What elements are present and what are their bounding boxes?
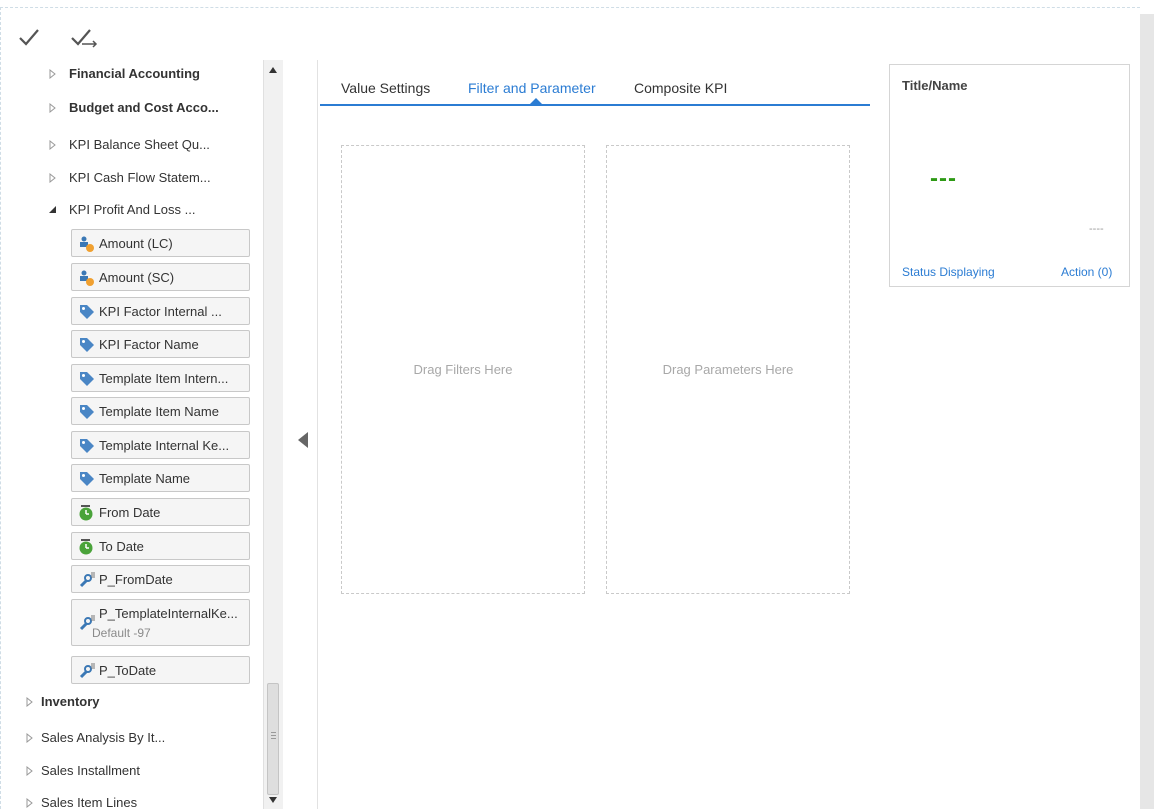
apply-button[interactable] — [16, 24, 48, 52]
tag-icon — [80, 372, 94, 386]
tab-composite-kpi[interactable]: Composite KPI — [634, 80, 727, 96]
tag-icon — [80, 439, 94, 453]
field-label: Amount (LC) — [99, 236, 173, 251]
caret-right-icon — [49, 69, 56, 79]
caret-right-icon — [26, 798, 33, 808]
checkmark-icon — [19, 29, 39, 46]
measure-icon — [80, 236, 94, 252]
tree-node-label: Budget and Cost Acco... — [69, 100, 219, 115]
tag-icon — [80, 405, 94, 419]
field-template-item-name[interactable]: Template Item Name — [71, 397, 250, 425]
caret-right-icon — [26, 733, 33, 743]
panel-splitter[interactable] — [282, 60, 318, 809]
date-icon — [79, 505, 93, 521]
tree-node-label: Sales Installment — [41, 763, 140, 778]
parameter-icon — [79, 663, 95, 679]
parameter-icon — [79, 572, 95, 588]
caret-right-icon — [26, 766, 33, 776]
settings-tabs: Value Settings Filter and Parameter Comp… — [320, 60, 870, 106]
field-template-internal-key[interactable]: Template Internal Ke... — [71, 431, 250, 459]
kpi-tile-preview: Title/Name --- ---- Status Displaying Ac… — [889, 64, 1130, 287]
caret-right-icon — [49, 173, 56, 183]
date-icon — [79, 539, 93, 555]
caret-right-icon — [26, 697, 33, 707]
parameters-drop-zone[interactable]: Drag Parameters Here — [606, 145, 850, 594]
window-scrollbar[interactable] — [1140, 14, 1154, 809]
field-p-fromdate[interactable]: P_FromDate — [71, 565, 250, 593]
field-label: P_ToDate — [99, 663, 157, 678]
field-label: P_FromDate — [99, 572, 173, 587]
field-amount-lc[interactable]: Amount (LC) — [71, 229, 250, 257]
checkmark-arrow-icon — [71, 29, 98, 48]
active-tab-indicator — [530, 98, 542, 104]
filters-drop-label: Drag Filters Here — [413, 362, 513, 377]
field-kpi-factor-internal[interactable]: KPI Factor Internal ... — [71, 297, 250, 325]
field-label: Template Name — [99, 471, 191, 486]
tree-node-label: KPI Profit And Loss ... — [69, 202, 196, 217]
toolbar — [0, 14, 1140, 60]
tab-value-settings[interactable]: Value Settings — [341, 80, 430, 96]
top-border — [0, 7, 1140, 8]
parameters-drop-label: Drag Parameters Here — [662, 362, 794, 377]
field-label: From Date — [99, 505, 161, 520]
tree-node-label: Financial Accounting — [69, 66, 200, 81]
scroll-down-icon[interactable] — [269, 797, 277, 803]
data-source-tree: Financial Accounting Budget and Cost Acc… — [0, 60, 263, 809]
tag-icon — [80, 338, 94, 352]
tree-node-label: Sales Item Lines — [41, 795, 138, 809]
field-template-item-internal[interactable]: Template Item Intern... — [71, 364, 250, 392]
kpi-tile-action-link[interactable]: Action (0) — [1061, 265, 1112, 279]
tree-node-label: KPI Balance Sheet Qu... — [69, 137, 210, 152]
field-default-value: Default -97 — [92, 626, 151, 640]
field-label: KPI Factor Name — [99, 337, 199, 352]
kpi-tile-value: --- — [930, 165, 957, 192]
field-amount-sc[interactable]: Amount (SC) — [71, 263, 250, 291]
field-from-date[interactable]: From Date — [71, 498, 250, 526]
tag-icon — [80, 472, 94, 486]
field-label: Template Item Intern... — [99, 371, 229, 386]
scrollbar-thumb[interactable] — [267, 683, 279, 795]
caret-down-icon — [49, 206, 56, 213]
measure-icon — [80, 270, 94, 286]
filters-drop-zone[interactable]: Drag Filters Here — [341, 145, 585, 594]
tree-node-label: Sales Analysis By It... — [41, 730, 166, 745]
field-label: P_TemplateInternalKe... — [99, 606, 238, 621]
caret-right-icon — [49, 103, 56, 113]
field-label: To Date — [99, 539, 144, 554]
grip-icon — [271, 732, 276, 733]
tree-node-label: KPI Cash Flow Statem... — [69, 170, 211, 185]
field-template-name[interactable]: Template Name — [71, 464, 250, 492]
tab-filter-and-parameter[interactable]: Filter and Parameter — [468, 80, 596, 96]
tab-underline — [320, 104, 870, 106]
tag-icon — [80, 305, 94, 319]
field-label: Template Internal Ke... — [99, 438, 230, 453]
field-p-templateinternalkey[interactable]: P_TemplateInternalKe... Default -97 — [71, 599, 250, 646]
tree-scrollbar[interactable] — [263, 60, 283, 809]
field-label: KPI Factor Internal ... — [99, 304, 222, 319]
tree-node-label: Inventory — [41, 694, 100, 709]
kpi-tile-status-link[interactable]: Status Displaying — [902, 265, 995, 279]
field-label: Amount (SC) — [99, 270, 175, 285]
scroll-up-icon[interactable] — [269, 67, 277, 73]
kpi-tile-title: Title/Name — [902, 78, 968, 93]
field-kpi-factor-name[interactable]: KPI Factor Name — [71, 330, 250, 358]
caret-right-icon — [49, 140, 56, 150]
field-label: Template Item Name — [99, 404, 219, 419]
field-p-todate[interactable]: P_ToDate — [71, 656, 250, 684]
field-to-date[interactable]: To Date — [71, 532, 250, 560]
apply-and-next-button[interactable] — [68, 24, 100, 52]
collapse-left-icon[interactable] — [298, 432, 308, 448]
kpi-tile-target: ---- — [1089, 223, 1104, 235]
